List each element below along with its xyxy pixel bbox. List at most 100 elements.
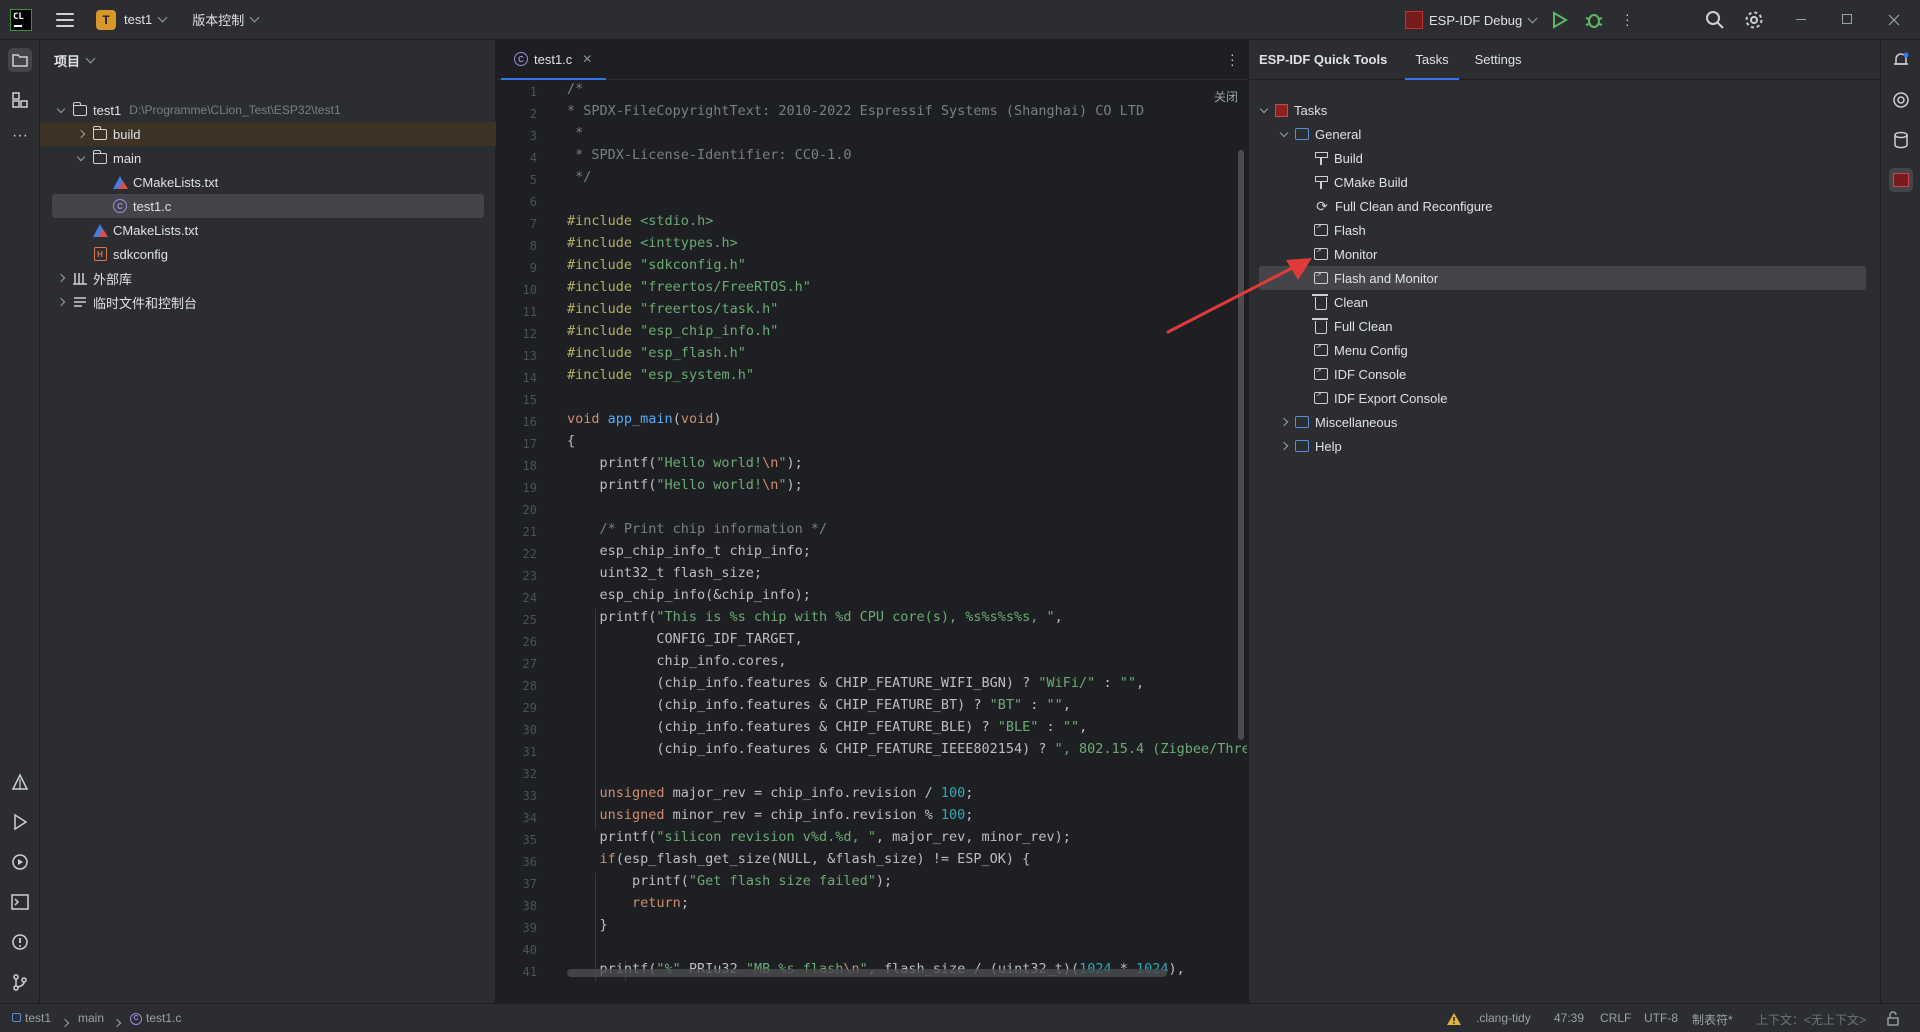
chevron-down-icon[interactable] [249,12,260,23]
cmake-tool-icon[interactable] [8,770,32,794]
chevron-right-icon[interactable] [1277,415,1291,429]
chevron-down-icon[interactable] [1277,127,1291,141]
task-full-clean[interactable]: Full Clean [1312,314,1393,338]
git-icon[interactable] [8,970,32,994]
line-ending[interactable]: CRLF [1600,1011,1631,1025]
tree-item-general[interactable]: General [1277,122,1361,146]
restore-icon[interactable] [1842,14,1852,24]
lock-icon[interactable] [1886,1011,1900,1026]
left-tool-strip: ··· [0,40,40,1003]
run-tool-icon[interactable] [8,810,32,834]
project-badge[interactable]: T [96,9,116,30]
task-label: Full Clean [1334,318,1393,334]
task-flash-and-monitor[interactable]: Flash and Monitor [1259,266,1866,290]
task-cmake-build[interactable]: CMake Build [1314,170,1408,194]
tree-item-miscellaneous[interactable]: Miscellaneous [1277,410,1397,434]
structure-icon[interactable] [8,88,32,112]
editor-tab-test1-c[interactable]: C test1.c ✕ [501,40,607,80]
chevron-down-icon[interactable] [1527,13,1538,24]
notifications-bell-icon[interactable] [1889,48,1913,72]
context-selector[interactable]: 上下文：<无上下文> [1756,1011,1866,1028]
tab-settings[interactable]: Settings [1475,40,1522,80]
chevron-down-icon[interactable] [54,103,68,117]
chevron-down-icon[interactable] [74,151,88,165]
terminal-task-icon [1314,389,1328,404]
task-menu-config[interactable]: Menu Config [1314,338,1408,362]
minimize-icon[interactable] [1796,19,1806,20]
debug-icon[interactable] [1585,10,1603,30]
editor-vertical-scrollbar[interactable] [1238,150,1244,740]
chevron-down-icon[interactable] [1257,103,1271,117]
chevron-right-icon[interactable] [54,295,68,309]
line-number: 3 [529,129,537,143]
settings-gear-icon[interactable] [1744,10,1764,30]
chevron-down-icon[interactable] [157,12,168,23]
task-idf-export-console[interactable]: IDF Export Console [1314,386,1447,410]
project-folder-icon[interactable] [8,48,32,72]
ai-assistant-icon[interactable] [1889,88,1913,112]
breadcrumb-file[interactable]: Ctest1.c [130,1011,181,1025]
task-full-clean-reconfigure[interactable]: ⟳ Full Clean and Reconfigure [1314,194,1492,218]
terminal-task-icon [1314,221,1328,236]
close-window-icon[interactable] [1888,14,1900,26]
line-number: 30 [522,723,537,737]
tree-item-scratches[interactable]: 临时文件和控制台 [40,290,496,314]
breadcrumb-project[interactable]: test1 [12,1011,51,1025]
editor-horizontal-scrollbar[interactable] [567,969,1167,977]
line-number: 11 [522,305,537,319]
tree-item-external-libs[interactable]: 外部库 [40,266,496,290]
folder-icon [92,149,108,166]
main-menu-icon[interactable] [56,12,74,27]
project-name[interactable]: test1 [124,12,152,27]
linter-status[interactable]: .clang-tidy [1476,1011,1531,1025]
tree-item-main-cmakelists[interactable]: CMakeLists.txt [40,170,496,194]
editor-tab-bar: C test1.c ✕ · · · [497,40,1248,80]
line-number: 37 [522,877,537,891]
chevron-right-icon[interactable] [1277,439,1291,453]
run-config-icon [1405,11,1423,29]
chevron-right-icon[interactable] [74,127,88,141]
tree-item-root-cmakelists[interactable]: CMakeLists.txt [40,218,496,242]
indent-setting[interactable]: 制表符* [1692,1011,1733,1028]
cursor-position[interactable]: 47:39 [1554,1011,1584,1025]
problems-icon[interactable] [8,930,32,954]
vcs-menu[interactable]: 版本控制 [192,10,244,29]
tree-item-root[interactable]: test1 D:\Programme\CLion_Test\ESP32\test… [40,98,496,122]
chevron-down-icon[interactable] [85,53,96,63]
more-actions-icon[interactable]: · · · [1625,7,1630,31]
esp-idf-tool-icon[interactable] [1889,168,1913,192]
tree-item-tasks-root[interactable]: Tasks [1257,98,1327,122]
tree-item-help[interactable]: Help [1277,434,1342,458]
more-tools-icon[interactable]: ··· [8,124,32,148]
run-icon[interactable] [1552,11,1568,29]
line-number: 32 [522,767,537,781]
run-config-label[interactable]: ESP-IDF Debug [1429,13,1522,28]
database-icon[interactable] [1889,128,1913,152]
tree-item-build[interactable]: build [40,122,496,146]
tab-options-icon[interactable]: · · · [1230,47,1235,71]
task-clean[interactable]: Clean [1312,290,1368,314]
project-panel-title: 项目 [54,53,81,69]
project-panel-header[interactable]: 项目 [40,40,495,80]
task-flash[interactable]: Flash [1314,218,1366,242]
tree-item-sdkconfig[interactable]: H sdkconfig [40,242,496,266]
task-idf-console[interactable]: IDF Console [1314,362,1406,386]
code-view[interactable]: /* * SPDX-FileCopyrightText: 2010-2022 E… [567,81,1247,981]
task-build[interactable]: Build [1314,146,1363,170]
line-number: 40 [522,943,537,957]
search-icon[interactable] [1705,10,1725,30]
breadcrumb-folder[interactable]: main [78,1011,104,1025]
warning-icon[interactable] [1446,1012,1462,1026]
tree-item-main[interactable]: main [40,146,496,170]
task-label: IDF Console [1334,366,1407,382]
chevron-right-icon[interactable] [54,271,68,285]
folder-icon [92,125,108,142]
tree-item-test1-c[interactable]: C test1.c [52,194,484,218]
file-encoding[interactable]: UTF-8 [1644,1011,1678,1025]
task-monitor[interactable]: Monitor [1314,242,1377,266]
terminal-icon[interactable] [8,890,32,914]
services-icon[interactable] [8,850,32,874]
annotation-arrow-icon [1166,258,1312,334]
close-tab-icon[interactable]: ✕ [582,52,592,66]
tab-tasks[interactable]: Tasks [1405,40,1459,80]
